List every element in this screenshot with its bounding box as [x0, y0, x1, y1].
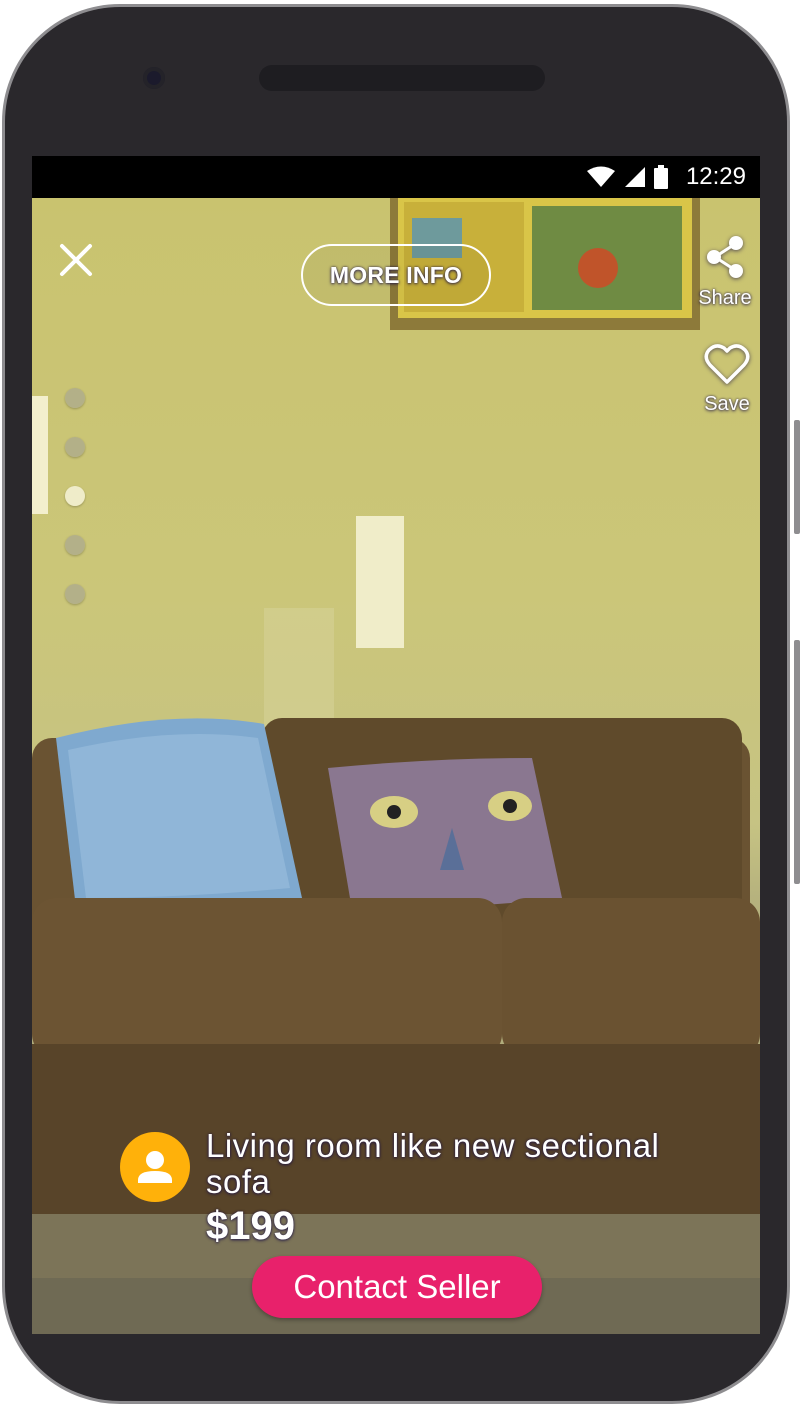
front-camera: [143, 67, 165, 89]
pager-dot[interactable]: [65, 535, 85, 555]
volume-button: [794, 420, 800, 534]
earpiece-speaker: [259, 65, 545, 91]
contact-seller-button[interactable]: Contact Seller: [252, 1256, 542, 1318]
heart-outline-icon: [704, 344, 750, 384]
listing-title: Living room like new sectional sofa: [206, 1127, 660, 1200]
listing-photo[interactable]: MORE INFO Share Save Living room like ne…: [32, 198, 760, 1334]
pager-dot-active[interactable]: [65, 486, 85, 506]
close-button[interactable]: [54, 238, 98, 282]
status-time: 12:29: [685, 163, 746, 190]
save-label: Save: [704, 393, 750, 415]
person-icon: [138, 1151, 172, 1183]
seller-avatar[interactable]: [120, 1132, 190, 1202]
more-info-button[interactable]: MORE INFO: [301, 244, 491, 306]
save-button[interactable]: Save: [692, 342, 760, 416]
share-label: Share: [698, 287, 752, 309]
power-button: [794, 640, 800, 884]
share-button[interactable]: Share: [690, 234, 760, 310]
battery-icon: [654, 165, 668, 189]
share-icon: [707, 236, 743, 278]
phone-frame: 12:29 MORE INFO Share Save Living room l…: [0, 0, 800, 1404]
pager-dot[interactable]: [65, 437, 85, 457]
cell-signal-icon: [625, 167, 645, 187]
screen: 12:29 MORE INFO Share Save Living room l…: [32, 156, 760, 1334]
status-bar: 12:29: [32, 156, 760, 198]
image-pager-dots: [65, 388, 87, 633]
listing-price: $199: [206, 1204, 295, 1248]
status-icons: [586, 165, 668, 189]
pager-dot[interactable]: [65, 388, 85, 408]
close-icon: [60, 244, 92, 276]
pager-dot[interactable]: [65, 584, 85, 604]
wifi-icon: [587, 166, 615, 187]
